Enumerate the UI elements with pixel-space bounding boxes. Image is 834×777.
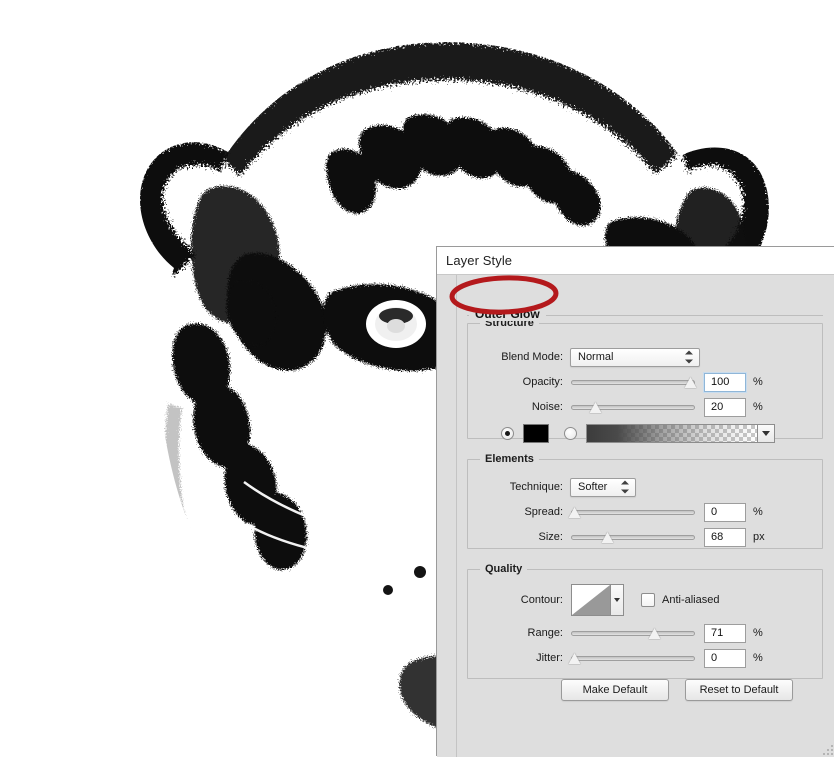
dialog-title: Layer Style — [446, 253, 513, 268]
technique-value: Softer — [578, 481, 608, 493]
range-slider-track — [571, 631, 695, 636]
jitter-label: Jitter: — [536, 652, 563, 664]
blend-mode-select[interactable]: Normal — [570, 347, 700, 367]
opacity-slider[interactable] — [571, 374, 695, 390]
reset-to-default-button[interactable]: Reset to Default — [685, 679, 793, 701]
jitter-row: Jitter: 0 % — [467, 648, 823, 668]
size-slider[interactable] — [571, 529, 695, 545]
spread-row: Spread: 0 % — [467, 502, 823, 522]
blend-mode-row: Blend Mode: Normal — [467, 347, 823, 367]
jitter-slider[interactable] — [571, 650, 695, 666]
opacity-slider-thumb[interactable] — [685, 377, 698, 388]
default-buttons-row: Make Default Reset to Default — [561, 679, 793, 701]
spread-slider-track — [571, 510, 695, 515]
spread-slider-thumb[interactable] — [568, 507, 581, 518]
size-slider-thumb[interactable] — [602, 532, 615, 543]
size-input[interactable]: 68 — [704, 527, 746, 547]
dialog-titlebar[interactable]: Layer Style — [437, 247, 834, 275]
technique-row: Technique: Softer — [467, 477, 823, 497]
range-input[interactable]: 71 — [704, 623, 746, 643]
resize-grip[interactable] — [821, 743, 833, 755]
noise-label: Noise: — [531, 401, 563, 413]
quality-group-title: Quality — [480, 563, 528, 575]
jitter-input[interactable]: 0 — [704, 648, 746, 668]
size-unit: px — [753, 531, 765, 543]
elements-group-title: Elements — [480, 453, 539, 465]
dialog-body: Outer Glow Structure Blend Mode: Normal … — [437, 275, 834, 757]
contour-picker-button[interactable] — [611, 584, 624, 616]
glow-fill-type-row — [501, 423, 831, 443]
color-fill-radio[interactable] — [501, 426, 514, 440]
chevron-updown-icon — [621, 480, 629, 494]
range-slider-thumb[interactable] — [649, 628, 662, 639]
chevron-down-icon — [614, 598, 620, 602]
opacity-row: Opacity: 100 % — [467, 371, 823, 393]
spread-slider[interactable] — [571, 504, 695, 520]
contour-curve-icon — [572, 585, 610, 615]
range-row: Range: 71 % — [467, 623, 823, 643]
outer-glow-panel-title: Outer Glow — [469, 307, 546, 321]
chevron-updown-icon — [685, 350, 693, 364]
contour-row: Contour: Anti-aliased — [467, 583, 823, 617]
styles-list-panel[interactable] — [437, 275, 457, 757]
glow-color-swatch[interactable] — [523, 423, 549, 443]
contour-preview[interactable] — [571, 584, 611, 616]
opacity-unit: % — [753, 376, 763, 388]
layer-style-dialog[interactable]: Layer Style Outer Glow Structure Blend M… — [436, 246, 834, 757]
opacity-slider-track — [571, 380, 695, 385]
technique-select[interactable]: Softer — [570, 477, 636, 497]
size-label: Size: — [538, 531, 563, 543]
chevron-down-icon — [762, 430, 770, 436]
spread-label: Spread: — [524, 506, 563, 518]
noise-slider[interactable] — [571, 399, 695, 415]
noise-row: Noise: 20 % — [467, 397, 823, 417]
blend-mode-label: Blend Mode: — [501, 351, 563, 363]
glow-gradient-swatch[interactable] — [586, 423, 758, 443]
contour-label: Contour: — [520, 594, 563, 606]
spread-unit: % — [753, 506, 763, 518]
noise-input[interactable]: 20 — [704, 397, 746, 417]
size-row: Size: 68 px — [467, 527, 823, 547]
opacity-input[interactable]: 100 — [703, 371, 747, 393]
anti-aliased-label: Anti-aliased — [662, 594, 720, 606]
range-unit: % — [753, 627, 763, 639]
gradient-picker-button[interactable] — [758, 423, 775, 443]
make-default-button[interactable]: Make Default — [561, 679, 669, 701]
jitter-slider-thumb[interactable] — [568, 653, 581, 664]
noise-unit: % — [753, 401, 763, 413]
blend-mode-value: Normal — [578, 351, 614, 363]
outer-glow-settings-pane: Outer Glow Structure Blend Mode: Normal … — [457, 275, 834, 757]
spread-input[interactable]: 0 — [704, 502, 746, 522]
opacity-label: Opacity: — [522, 376, 563, 388]
jitter-unit: % — [753, 652, 763, 664]
technique-label: Technique: — [509, 481, 563, 493]
gradient-preview — [587, 424, 757, 442]
noise-slider-thumb[interactable] — [589, 402, 602, 413]
anti-aliased-checkbox[interactable] — [641, 593, 655, 607]
size-slider-track — [571, 535, 695, 540]
range-slider[interactable] — [571, 625, 695, 641]
range-label: Range: — [527, 627, 563, 639]
gradient-fill-radio[interactable] — [564, 426, 577, 440]
jitter-slider-track — [571, 656, 695, 661]
